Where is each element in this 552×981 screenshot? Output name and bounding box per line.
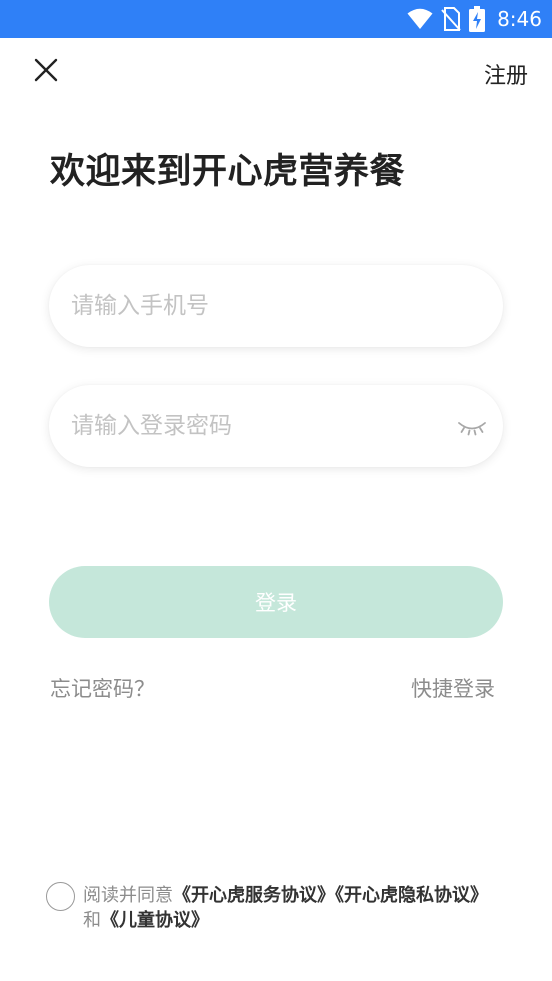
agreement-text: 阅读并同意《开心虎服务协议》《开心虎隐私协议》 和《儿童协议》 — [83, 883, 523, 933]
privacy-agreement-link[interactable]: 《开心虎隐私协议》 — [335, 885, 488, 906]
password-visibility-toggle[interactable] — [457, 419, 487, 439]
register-link[interactable]: 注册 — [484, 58, 528, 90]
eye-closed-icon — [457, 422, 487, 443]
status-time: 8:46 — [497, 7, 542, 31]
phone-input[interactable] — [71, 265, 431, 347]
no-sim-icon — [441, 7, 461, 31]
status-bar: 8:46 — [0, 0, 552, 38]
welcome-title: 欢迎来到开心虎营养餐 — [50, 152, 406, 192]
quick-login-link[interactable]: 快捷登录 — [411, 673, 495, 703]
forgot-password-link[interactable]: 忘记密码？ — [50, 673, 155, 703]
battery-charging-icon — [469, 6, 486, 32]
service-agreement-link[interactable]: 《开心虎服务协议》 — [173, 885, 335, 906]
children-agreement-link[interactable]: 《儿童协议》 — [101, 910, 209, 931]
close-icon — [34, 58, 58, 86]
agreement-conjunction: 和 — [83, 910, 101, 931]
wifi-icon — [407, 8, 433, 30]
login-button[interactable]: 登录 — [49, 566, 503, 638]
status-icons: 8:46 — [407, 0, 542, 38]
close-button[interactable] — [30, 56, 62, 88]
password-field — [49, 385, 503, 467]
password-input[interactable] — [71, 385, 431, 467]
phone-field — [49, 265, 503, 347]
agreement-prefix: 阅读并同意 — [83, 885, 173, 906]
agreement-checkbox[interactable] — [46, 882, 75, 911]
